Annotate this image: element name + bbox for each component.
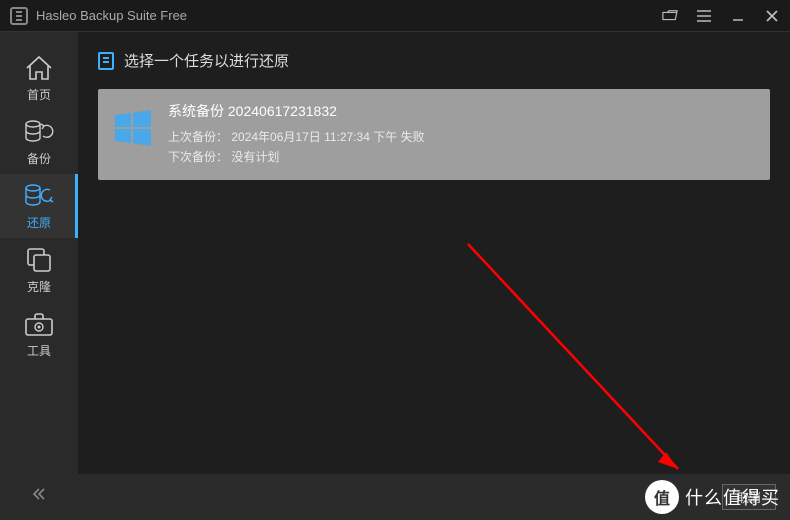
annotation-arrow — [78, 184, 790, 504]
last-backup-value: 2024年06月17日 11:27:34 下午 失败 — [231, 130, 424, 144]
header-text: 选择一个任务以进行还原 — [124, 50, 289, 71]
sidebar-item-backup[interactable]: 备份 — [0, 110, 78, 174]
sidebar-item-label: 备份 — [27, 150, 51, 167]
window-controls — [662, 8, 780, 24]
folder-icon[interactable] — [662, 8, 678, 24]
windows-icon — [112, 107, 154, 149]
task-info: 系统备份 20240617231832 上次备份： 2024年06月17日 11… — [168, 101, 756, 168]
task-title: 系统备份 20240617231832 — [168, 101, 756, 121]
tools-icon — [22, 310, 56, 338]
watermark: 值 什么值得买 — [645, 480, 780, 514]
sidebar-item-home[interactable]: 首页 — [0, 46, 78, 110]
sidebar: 首页 备份 还原 克隆 工具 — [0, 32, 78, 520]
collapse-icon[interactable] — [27, 482, 51, 506]
sidebar-item-label: 工具 — [27, 342, 51, 359]
body-area — [78, 184, 790, 474]
close-icon[interactable] — [764, 8, 780, 24]
next-backup-value: 没有计划 — [231, 150, 279, 164]
content: 选择一个任务以进行还原 系统备份 20240617231832 上次备份： 20… — [78, 32, 790, 520]
sidebar-item-restore[interactable]: 还原 — [0, 174, 78, 238]
app-icon — [10, 7, 28, 25]
clone-icon — [22, 246, 56, 274]
minimize-icon[interactable] — [730, 8, 746, 24]
next-backup-line: 下次备份： 没有计划 — [168, 147, 756, 167]
sidebar-item-tools[interactable]: 工具 — [0, 302, 78, 366]
sidebar-item-clone[interactable]: 克隆 — [0, 238, 78, 302]
home-icon — [22, 54, 56, 82]
watermark-badge: 值 — [645, 480, 679, 514]
last-backup-label: 上次备份： — [168, 127, 228, 147]
sidebar-item-label: 还原 — [27, 214, 51, 231]
menu-icon[interactable] — [696, 8, 712, 24]
sidebar-item-label: 首页 — [27, 86, 51, 103]
list-icon — [98, 52, 114, 70]
app-title: Hasleo Backup Suite Free — [36, 8, 662, 23]
watermark-text: 什么值得买 — [685, 484, 780, 510]
backup-icon — [22, 118, 56, 146]
main: 首页 备份 还原 克隆 工具 — [0, 32, 790, 520]
next-backup-label: 下次备份： — [168, 147, 228, 167]
content-header: 选择一个任务以进行还原 — [78, 32, 790, 85]
backup-task-card[interactable]: 系统备份 20240617231832 上次备份： 2024年06月17日 11… — [98, 89, 770, 180]
sidebar-item-label: 克隆 — [27, 278, 51, 295]
restore-icon — [22, 182, 56, 210]
last-backup-line: 上次备份： 2024年06月17日 11:27:34 下午 失败 — [168, 127, 756, 147]
titlebar: Hasleo Backup Suite Free — [0, 0, 790, 32]
